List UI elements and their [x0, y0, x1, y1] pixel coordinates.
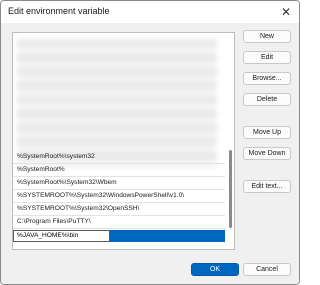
browse-button[interactable]: Browse...: [243, 72, 291, 85]
vertical-scrollbar[interactable]: [229, 150, 232, 228]
list-item[interactable]: %SystemRoot%: [13, 164, 225, 177]
edit-button[interactable]: Edit: [243, 51, 291, 64]
list-item[interactable]: %SYSTEMROOT%\System32\OpenSSH\: [13, 203, 225, 216]
cancel-button[interactable]: Cancel: [243, 263, 291, 276]
close-icon[interactable]: ✕: [277, 3, 295, 21]
dialog-title: Edit environment variable: [8, 6, 110, 16]
list-item[interactable]: %SystemRoot%\System32\Wbem: [13, 177, 225, 190]
delete-button[interactable]: Delete: [243, 93, 291, 106]
path-rows: %SystemRoot%\system32 %SystemRoot% %Syst…: [13, 151, 225, 242]
title-bar: Edit environment variable ✕: [1, 1, 299, 23]
list-item[interactable]: C:\Program Files\PuTTY\: [13, 216, 225, 229]
move-up-button[interactable]: Move Up: [243, 126, 291, 139]
blurred-entries: [17, 39, 217, 167]
list-item[interactable]: %SystemRoot%\system32: [13, 151, 225, 164]
ok-button[interactable]: OK: [191, 263, 239, 276]
move-down-button[interactable]: Move Down: [243, 147, 291, 160]
new-button[interactable]: New: [243, 30, 291, 43]
selected-list-item[interactable]: %JAVA_HOME%\bin: [13, 230, 225, 242]
list-item[interactable]: %SYSTEMROOT%\System32\WindowsPowerShell\…: [13, 190, 225, 203]
edit-text-button[interactable]: Edit text...: [243, 180, 291, 193]
dialog-content: %SystemRoot%\system32 %SystemRoot% %Syst…: [1, 23, 299, 284]
path-edit-field[interactable]: %JAVA_HOME%\bin: [13, 230, 110, 242]
path-list[interactable]: %SystemRoot%\system32 %SystemRoot% %Syst…: [12, 32, 235, 250]
edit-env-variable-dialog: Edit environment variable ✕ %SystemRoot%…: [0, 0, 300, 285]
